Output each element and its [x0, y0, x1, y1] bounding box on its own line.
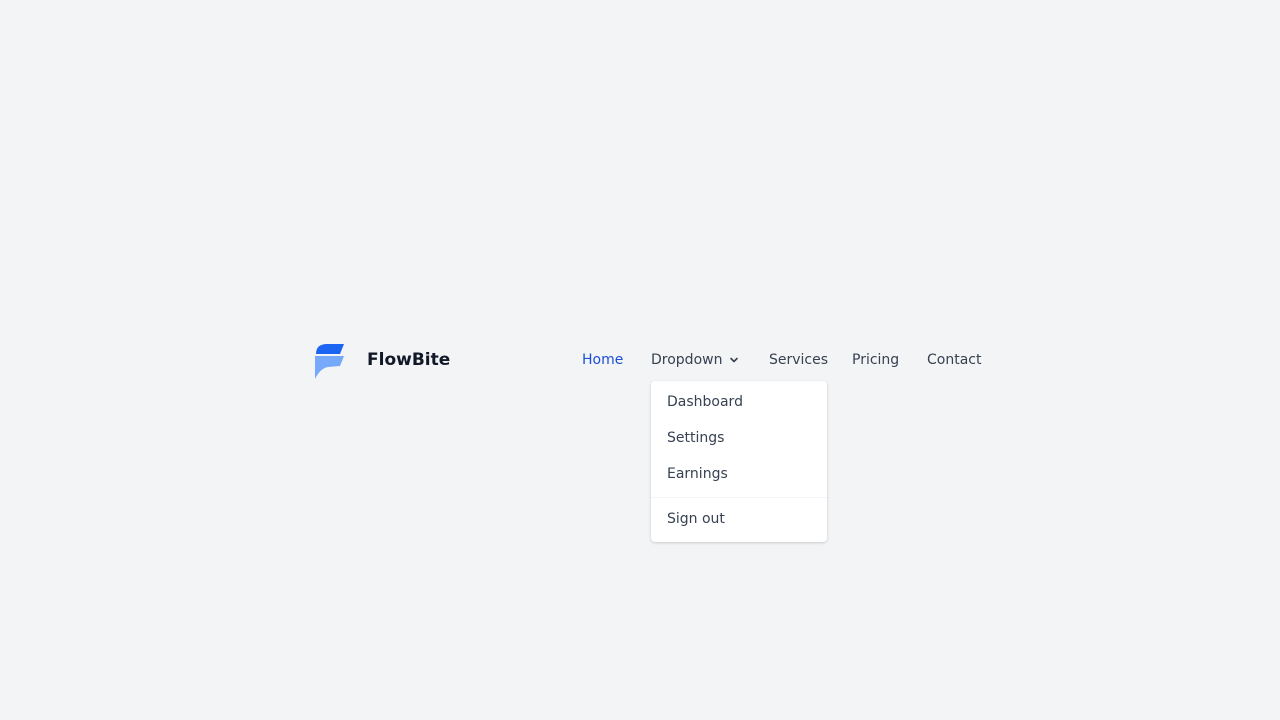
- navbar: FlowBite Home Dropdown Services Pricing …: [314, 342, 981, 380]
- brand-name: FlowBite: [367, 350, 451, 370]
- nav-dropdown-label: Dropdown: [651, 352, 723, 368]
- brand-link[interactable]: FlowBite: [314, 342, 450, 380]
- nav-dropdown-toggle[interactable]: Dropdown: [651, 352, 739, 368]
- dropdown-item-earnings[interactable]: Earnings: [667, 466, 728, 482]
- nav-pricing[interactable]: Pricing: [852, 352, 899, 368]
- dropdown-item-dashboard[interactable]: Dashboard: [667, 394, 743, 410]
- nav-home[interactable]: Home: [582, 352, 623, 368]
- dropdown-menu: Dashboard Settings Earnings Sign out: [651, 381, 827, 542]
- nav-services[interactable]: Services: [769, 352, 828, 368]
- chevron-down-icon: [730, 357, 739, 363]
- flowbite-logo-icon: [315, 344, 344, 379]
- dropdown-divider: [651, 497, 827, 498]
- dropdown-item-sign-out[interactable]: Sign out: [667, 511, 725, 527]
- nav-contact[interactable]: Contact: [927, 352, 981, 368]
- dropdown-item-settings[interactable]: Settings: [667, 430, 724, 446]
